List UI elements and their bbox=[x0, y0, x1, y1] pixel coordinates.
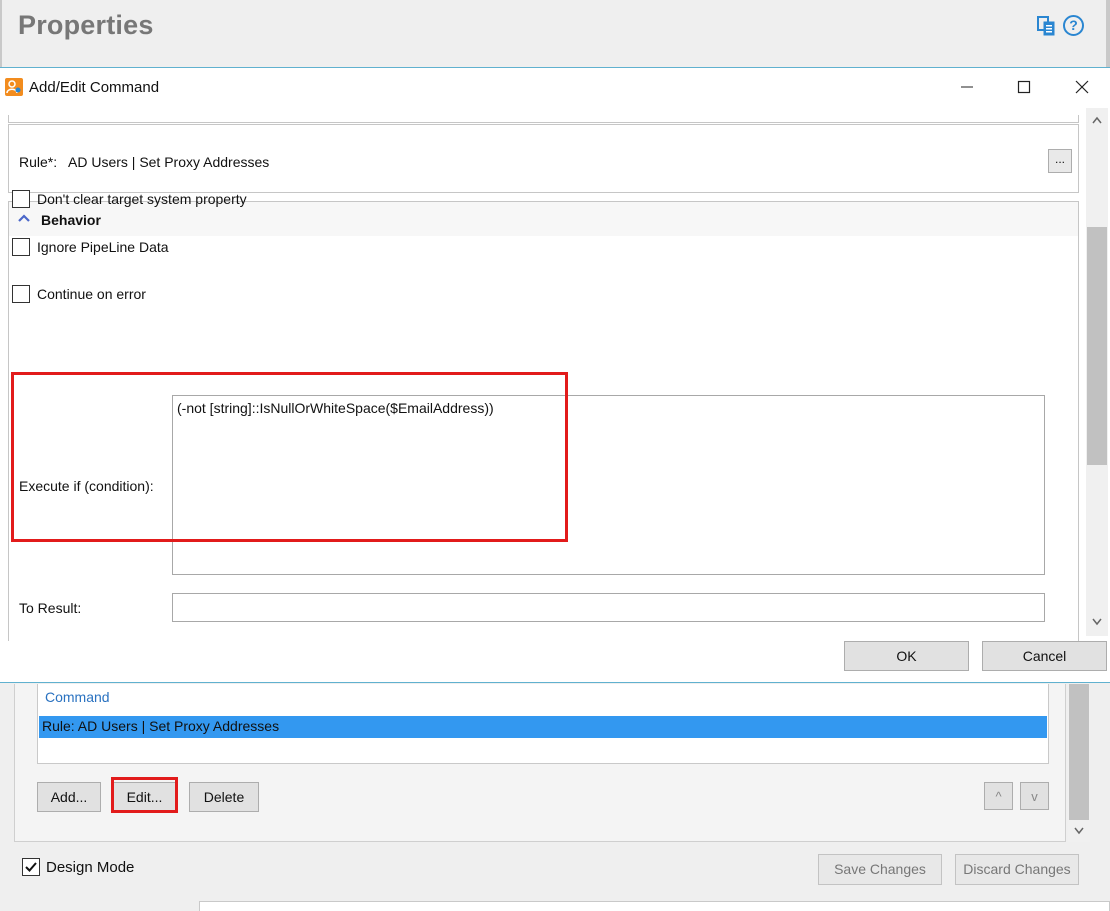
minimize-button[interactable] bbox=[938, 68, 996, 106]
group-separator bbox=[8, 115, 1079, 123]
properties-title: Properties bbox=[18, 10, 154, 40]
design-mode-checkbox[interactable] bbox=[22, 858, 40, 876]
scroll-up-arrow-icon[interactable] bbox=[1086, 112, 1108, 128]
save-changes-button[interactable]: Save Changes bbox=[818, 854, 942, 885]
move-down-button[interactable]: v bbox=[1020, 782, 1049, 810]
pane-border bbox=[1106, 0, 1110, 68]
rule-group: Rule*: AD Users | Set Proxy Addresses ..… bbox=[8, 124, 1079, 193]
rule-label: Rule*: bbox=[19, 154, 58, 170]
discard-changes-button[interactable]: Discard Changes bbox=[955, 854, 1079, 885]
pane-border bbox=[0, 0, 2, 68]
delete-command-button[interactable]: Delete bbox=[189, 782, 259, 812]
edit-highlight-box bbox=[111, 777, 178, 813]
checkbox-box[interactable] bbox=[12, 190, 30, 208]
scrollbar-thumb[interactable] bbox=[1069, 684, 1089, 820]
chevron-up-icon bbox=[18, 214, 30, 222]
checkbox-label: Continue on error bbox=[37, 286, 146, 302]
behavior-header[interactable]: Behavior bbox=[9, 202, 1078, 236]
bottom-panel-edge bbox=[199, 901, 1110, 911]
checkbox-box[interactable] bbox=[12, 285, 30, 303]
close-button[interactable] bbox=[1053, 68, 1110, 106]
copy-icon[interactable] bbox=[1036, 16, 1056, 36]
ok-button[interactable]: OK bbox=[844, 641, 969, 671]
to-result-label: To Result: bbox=[19, 600, 82, 616]
checkmark-icon bbox=[25, 862, 37, 872]
command-column-header[interactable]: Command bbox=[45, 689, 110, 705]
move-up-button[interactable]: ^ bbox=[984, 782, 1013, 810]
maximize-icon bbox=[1017, 80, 1031, 94]
checkbox-box[interactable] bbox=[12, 238, 30, 256]
behavior-title: Behavior bbox=[41, 212, 101, 228]
cancel-button[interactable]: Cancel bbox=[982, 641, 1107, 671]
condition-highlight-box bbox=[11, 372, 568, 542]
to-result-input[interactable] bbox=[172, 593, 1045, 622]
app-icon bbox=[5, 78, 23, 96]
scroll-down-arrow-icon[interactable] bbox=[1068, 822, 1090, 840]
command-list[interactable]: Command Rule: AD Users | Set Proxy Addre… bbox=[37, 684, 1049, 764]
minimize-icon bbox=[961, 86, 973, 88]
properties-scrollbar[interactable] bbox=[1068, 684, 1090, 842]
rule-value: AD Users | Set Proxy Addresses bbox=[68, 154, 270, 170]
scrollbar-thumb[interactable] bbox=[1087, 227, 1107, 465]
maximize-button[interactable] bbox=[995, 68, 1053, 106]
help-icon[interactable]: ? bbox=[1063, 15, 1084, 36]
checkbox-label: Ignore PipeLine Data bbox=[37, 239, 169, 255]
scroll-down-arrow-icon[interactable] bbox=[1086, 614, 1108, 630]
rule-browse-button[interactable]: ... bbox=[1048, 149, 1072, 173]
dialog-title: Add/Edit Command bbox=[29, 79, 160, 96]
list-item[interactable]: Rule: AD Users | Set Proxy Addresses bbox=[39, 716, 1047, 738]
add-command-button[interactable]: Add... bbox=[37, 782, 101, 812]
properties-header: Properties ? bbox=[0, 0, 1110, 68]
design-mode-label: Design Mode bbox=[46, 859, 135, 876]
close-icon bbox=[1075, 80, 1089, 94]
dialog-scrollbar[interactable] bbox=[1086, 108, 1108, 636]
checkbox-label: Don't clear target system property bbox=[37, 191, 247, 207]
